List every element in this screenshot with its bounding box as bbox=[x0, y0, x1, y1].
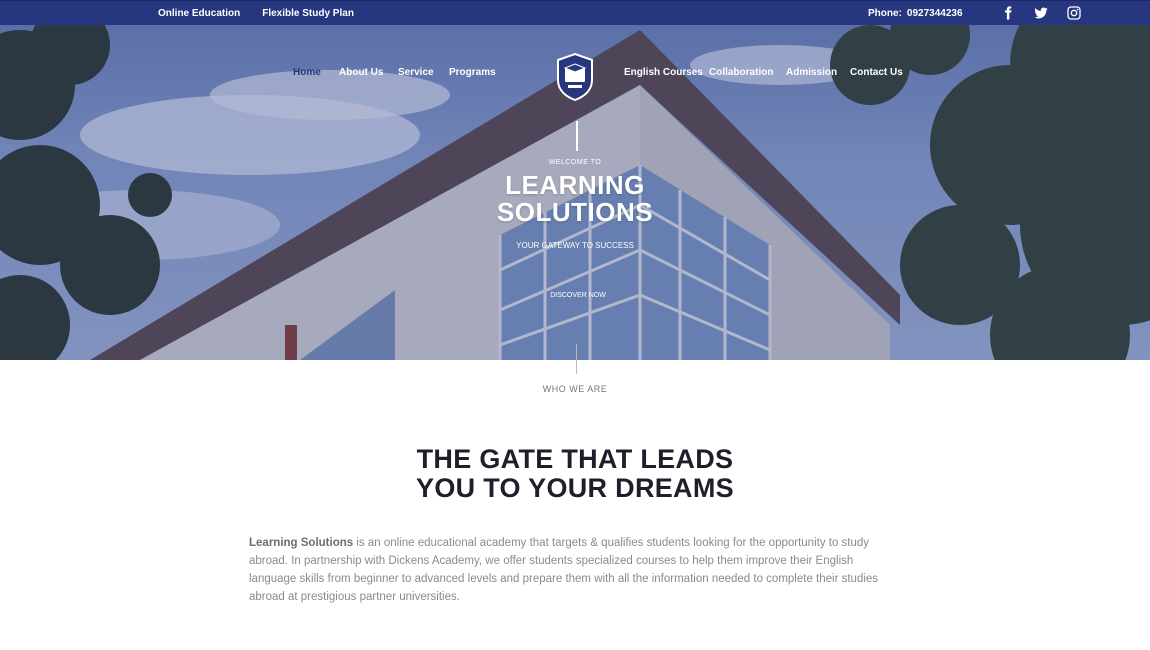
hero-divider-line bbox=[576, 121, 578, 151]
hero-content: WELCOME TO LEARNING SOLUTIONS YOUR GATEW… bbox=[0, 25, 1150, 360]
headline-line-1: THE GATE THAT LEADS bbox=[416, 444, 734, 474]
phone-number[interactable]: 0927344236 bbox=[907, 8, 963, 19]
section-eyebrow: WHO WE ARE bbox=[542, 384, 608, 394]
social-links bbox=[1000, 5, 1082, 21]
top-link-online-education[interactable]: Online Education bbox=[158, 8, 240, 19]
hero-title-line-1: LEARNING bbox=[505, 170, 645, 200]
twitter-icon[interactable] bbox=[1033, 5, 1049, 21]
phone-label: Phone: bbox=[868, 8, 902, 19]
hero-title-line-2: SOLUTIONS bbox=[496, 197, 654, 227]
phone-info: Phone: 0927344236 bbox=[868, 8, 963, 19]
discover-now-button[interactable]: DISCOVER NOW bbox=[538, 287, 618, 305]
section-divider-line bbox=[576, 344, 577, 374]
instagram-icon[interactable] bbox=[1066, 5, 1082, 21]
hero-title: LEARNING SOLUTIONS bbox=[0, 172, 1150, 226]
hero-section: Home About Us Service Programs English C… bbox=[0, 25, 1150, 360]
section-headline: THE GATE THAT LEADS YOU TO YOUR DREAMS bbox=[0, 445, 1150, 503]
hero-welcome: WELCOME TO bbox=[548, 159, 602, 166]
top-bar-links: Online Education Flexible Study Plan bbox=[158, 8, 354, 19]
facebook-icon[interactable] bbox=[1000, 5, 1016, 21]
about-paragraph: Learning Solutions is an online educatio… bbox=[249, 534, 899, 606]
headline-line-2: YOU TO YOUR DREAMS bbox=[416, 473, 734, 503]
top-link-flexible-study-plan[interactable]: Flexible Study Plan bbox=[262, 8, 354, 19]
hero-tagline: YOUR GATEWAY TO SUCCESS bbox=[516, 241, 634, 250]
top-bar: Online Education Flexible Study Plan Pho… bbox=[0, 0, 1150, 25]
brand-name: Learning Solutions bbox=[249, 537, 354, 549]
